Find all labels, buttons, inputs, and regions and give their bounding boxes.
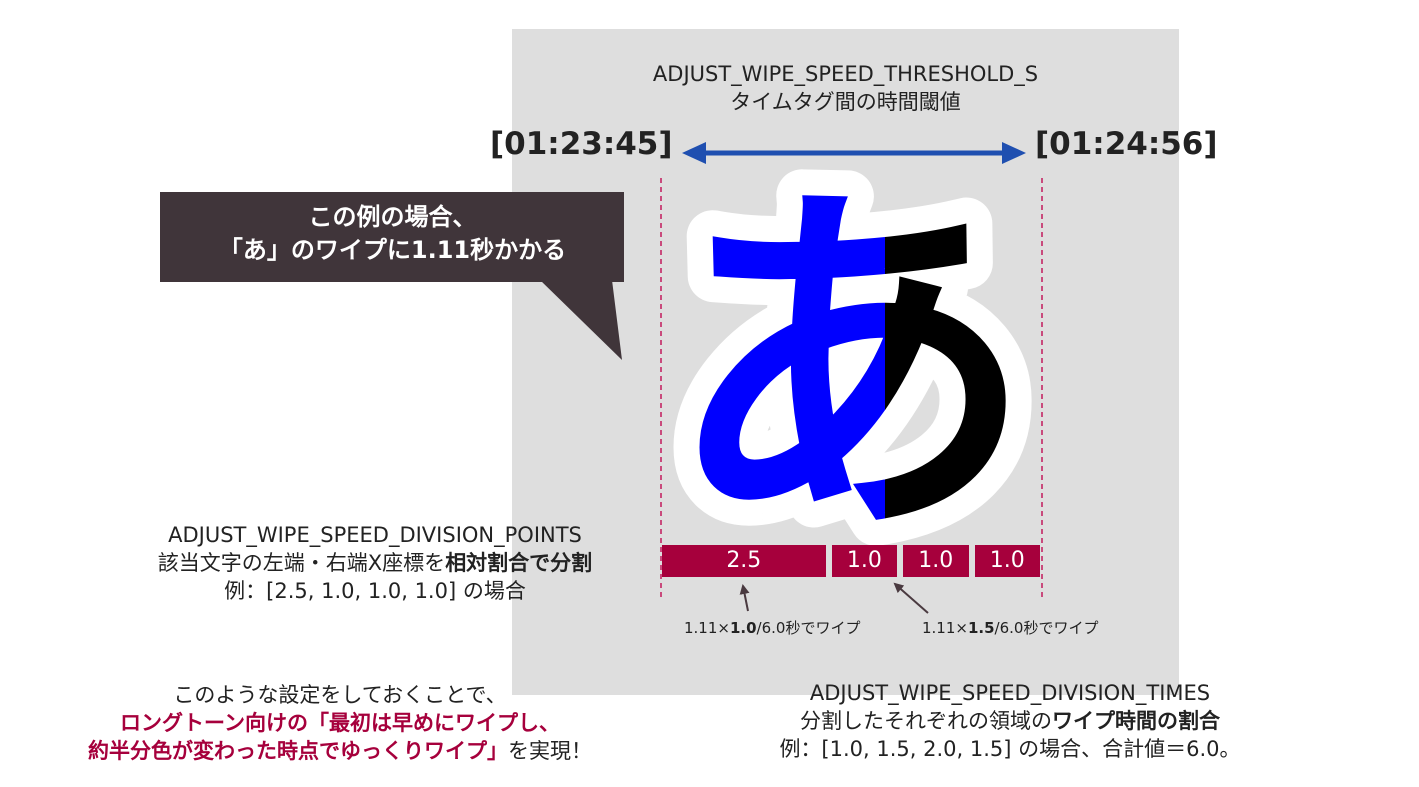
note2-pointer xyxy=(893,582,929,614)
callout-line1: この例の場合、 xyxy=(308,203,477,231)
division-segment: 2.5 xyxy=(662,545,826,577)
time-span-arrow xyxy=(682,142,1026,164)
division-segment: 1.0 xyxy=(974,545,1040,577)
division-segment: 1.0 xyxy=(831,545,898,577)
wipe-glyph: あ あ あ xyxy=(639,127,1061,609)
division-times-example: 例：[1.0, 1.5, 2.0, 1.5] の場合、合計値＝6.0。 xyxy=(779,737,1241,761)
division-points-caption: ADJUST_WIPE_SPEED_DIVISION_POINTS 該当文字の左… xyxy=(100,521,650,605)
note-first-region: 1.11×1.0/6.0秒でワイプ xyxy=(684,619,861,637)
note-second-region: 1.11×1.5/6.0秒でワイプ xyxy=(922,619,1099,637)
summary-line3: 約半分色が変わった時点でゆっくりワイプ」を実現！ xyxy=(88,739,592,763)
division-segment: 1.0 xyxy=(903,545,969,577)
callout-text: この例の場合、 「あ」のワイプに1.11秒かかる xyxy=(162,201,623,267)
division-times-param: ADJUST_WIPE_SPEED_DIVISION_TIMES xyxy=(809,681,1211,705)
summary-line2: ロングトーン向けの「最初は早めにワイプし、 xyxy=(120,711,560,735)
division-times-desc: 分割したそれぞれの領域のワイプ時間の割合 xyxy=(800,709,1220,733)
summary-line1: このような設定をしておくことで、 xyxy=(173,683,507,707)
callout-line2: 「あ」のワイプに1.11秒かかる xyxy=(218,236,567,264)
division-points-example: 例：[2.5, 1.0, 1.0, 1.0] の場合 xyxy=(224,579,526,603)
division-times-caption: ADJUST_WIPE_SPEED_DIVISION_TIMES 分割したそれぞ… xyxy=(720,679,1300,763)
division-points-param: ADJUST_WIPE_SPEED_DIVISION_POINTS xyxy=(168,523,582,547)
note1-pointer xyxy=(739,584,750,612)
glyph-svg: あ あ あ xyxy=(639,127,1061,609)
summary-text: このような設定をしておくことで、 ロングトーン向けの「最初は早めにワイプし、 約… xyxy=(30,681,650,765)
division-points-desc: 該当文字の左端・右端X座標を相対割合で分割 xyxy=(157,551,593,575)
